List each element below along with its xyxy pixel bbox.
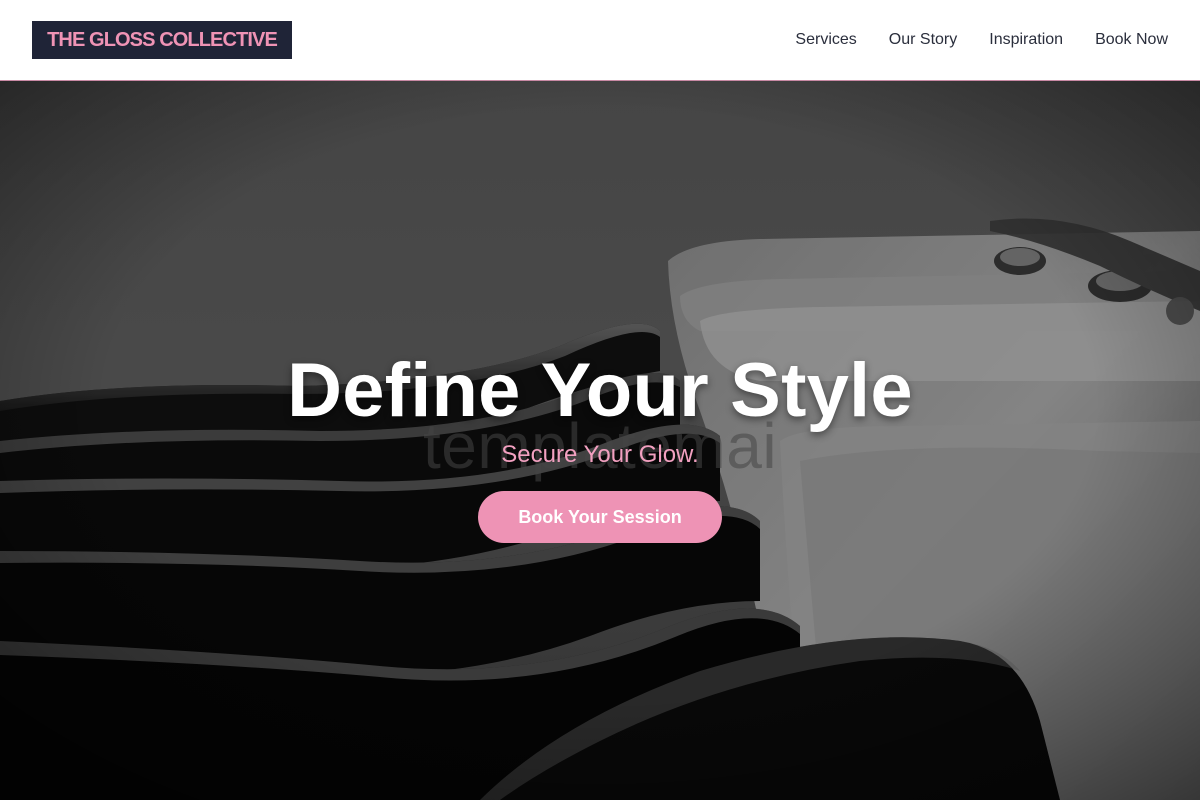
hero-section: Define Your Style templatemai Secure You… bbox=[0, 81, 1200, 800]
nav-inspiration[interactable]: Inspiration bbox=[989, 31, 1063, 49]
logo[interactable]: THE GLOSS COLLECTIVE bbox=[32, 21, 292, 59]
hero-content: Define Your Style templatemai Secure You… bbox=[0, 81, 1200, 800]
book-session-button[interactable]: Book Your Session bbox=[478, 491, 722, 543]
nav-book-now[interactable]: Book Now bbox=[1095, 31, 1168, 49]
nav-our-story[interactable]: Our Story bbox=[889, 31, 957, 49]
hero-subtitle: Secure Your Glow. bbox=[501, 441, 699, 468]
nav-services[interactable]: Services bbox=[795, 31, 856, 49]
main-nav: Services Our Story Inspiration Book Now bbox=[763, 31, 1168, 49]
site-header: THE GLOSS COLLECTIVE Services Our Story … bbox=[0, 0, 1200, 81]
